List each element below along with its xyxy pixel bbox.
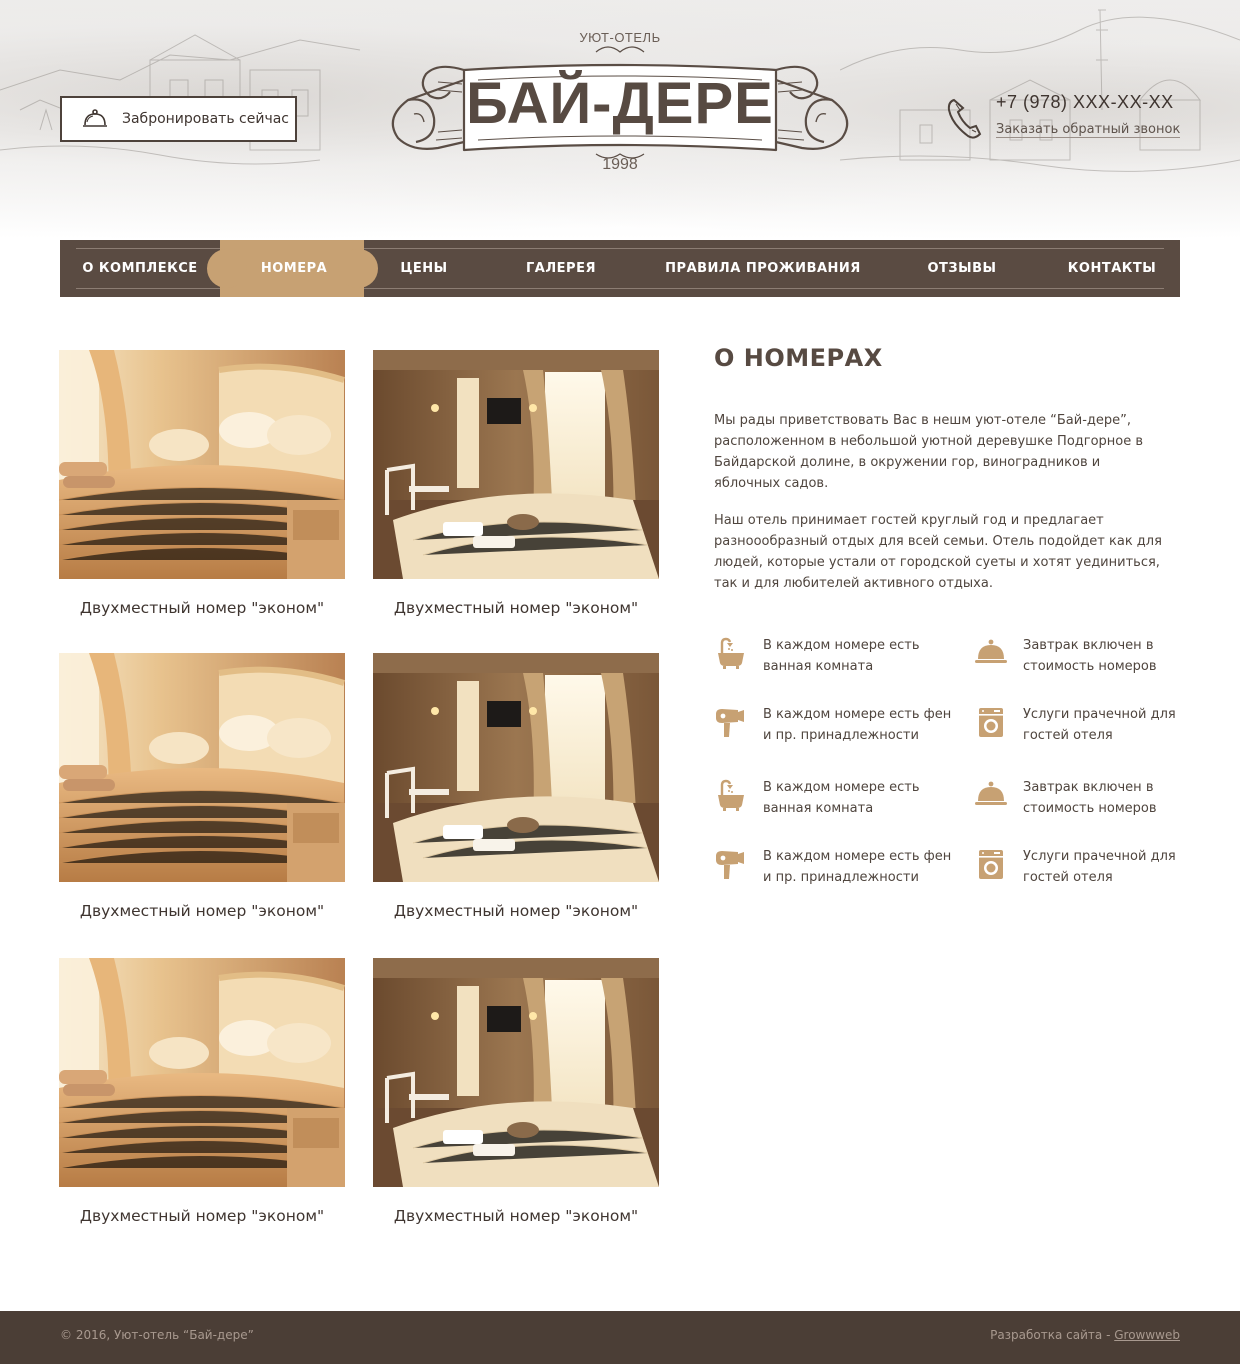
main-nav: О КОМПЛЕКСЕ НОМЕРА ЦЕНЫ ГАЛЕРЕЯ ПРАВИЛА … <box>60 240 1180 297</box>
room-photo[interactable] <box>373 653 659 882</box>
feature-item: Завтрак включен в стоимость номеров <box>974 777 1204 821</box>
feature-text: В каждом номере есть ванная комната <box>763 780 920 816</box>
room-card[interactable]: Двухместный номер "эконом" <box>59 350 345 617</box>
room-photo[interactable] <box>59 958 345 1187</box>
footer: © 2016, Уют-отель “Бай-дере” Разработка … <box>0 1311 1240 1364</box>
feature-text: Услуги прачечной для гостей отеля <box>1023 707 1176 743</box>
room-card[interactable]: Двухместный номер "эконом" <box>373 653 659 920</box>
feature-text: Завтрак включен в стоимость номеров <box>1023 780 1157 816</box>
cloche-icon <box>975 639 1007 663</box>
feature-item: Услуги прачечной для гостей отеля <box>974 704 1204 748</box>
nav-item-contacts[interactable]: КОНТАКТЫ <box>1056 240 1168 297</box>
feature-item: В каждом номере есть ванная комната <box>714 777 944 821</box>
feature-text: Услуги прачечной для гостей отеля <box>1023 849 1176 885</box>
section-title: О НОМЕРАХ <box>714 344 883 372</box>
washing-machine-icon <box>979 850 1003 879</box>
room-caption[interactable]: Двухместный номер "эконом" <box>373 902 659 920</box>
header: Забронировать сейчас УЮТ-ОТЕЛЬ БАЙ-ДЕРЕ … <box>0 0 1240 240</box>
hairdryer-icon <box>716 709 744 737</box>
nav-item-gallery[interactable]: ГАЛЕРЕЯ <box>506 240 616 297</box>
book-now-label: Забронировать сейчас <box>122 111 289 127</box>
room-photo[interactable] <box>373 350 659 579</box>
copyright: © 2016, Уют-отель “Бай-дере” <box>60 1328 254 1342</box>
feature-item: Завтрак включен в стоимость номеров <box>974 635 1204 679</box>
book-now-button[interactable]: Забронировать сейчас <box>60 96 297 142</box>
room-caption[interactable]: Двухместный номер "эконом" <box>59 1207 345 1225</box>
room-caption[interactable]: Двухместный номер "эконом" <box>373 1207 659 1225</box>
hairdryer-icon <box>716 851 744 879</box>
room-card[interactable]: Двухместный номер "эконом" <box>373 350 659 617</box>
hotel-logo[interactable]: УЮТ-ОТЕЛЬ БАЙ-ДЕРЕ 1998 <box>378 22 862 192</box>
about-paragraph-2: Наш отель принимает гостей круглый год и… <box>714 513 1162 591</box>
cloche-icon <box>975 781 1007 805</box>
developer-prefix: Разработка сайта - <box>990 1328 1115 1342</box>
about-paragraph-1: Мы рады приветствовать Вас в нешм уют-от… <box>714 413 1144 491</box>
feature-item: Услуги прачечной для гостей отеля <box>974 846 1204 890</box>
about-rooms-section: О НОМЕРАХ Мы рады приветствовать Вас в н… <box>714 344 1184 591</box>
washing-machine-icon <box>979 708 1003 737</box>
feature-item: В каждом номере есть фен и пр. принадлеж… <box>714 704 951 748</box>
phone-number[interactable]: +7 (978) XXX-XX-XX <box>996 92 1174 113</box>
room-photo[interactable] <box>373 958 659 1187</box>
feature-text: Завтрак включен в стоимость номеров <box>1023 638 1157 674</box>
bathtub-icon <box>716 779 746 811</box>
logo-name: БАЙ-ДЕРЕ <box>466 71 774 136</box>
phone-block: +7 (978) XXX-XX-XX Заказать обратный зво… <box>946 92 1186 142</box>
cloche-icon <box>83 109 107 127</box>
room-card[interactable]: Двухместный номер "эконом" <box>59 958 345 1225</box>
room-caption[interactable]: Двухместный номер "эконом" <box>59 902 345 920</box>
callback-link[interactable]: Заказать обратный звонок <box>996 122 1181 138</box>
phone-icon <box>947 98 982 139</box>
developer-credit: Разработка сайта - Growwweb <box>990 1328 1180 1342</box>
feature-text: В каждом номере есть фен и пр. принадлеж… <box>763 849 952 885</box>
nav-item-rules[interactable]: ПРАВИЛА ПРОЖИВАНИЯ <box>656 240 870 297</box>
logo-year: 1998 <box>602 156 638 173</box>
feature-text: В каждом номере есть фен и пр. принадлеж… <box>763 707 952 743</box>
nav-item-reviews[interactable]: ОТЗЫВЫ <box>910 240 1014 297</box>
room-caption[interactable]: Двухместный номер "эконом" <box>59 599 345 617</box>
developer-link[interactable]: Growwweb <box>1114 1328 1180 1342</box>
feature-text: В каждом номере есть ванная комната <box>763 638 920 674</box>
room-card[interactable]: Двухместный номер "эконом" <box>373 958 659 1225</box>
nav-item-about[interactable]: О КОМПЛЕКСЕ <box>76 240 204 297</box>
nav-item-prices[interactable]: ЦЕНЫ <box>378 240 470 297</box>
feature-item: В каждом номере есть фен и пр. принадлеж… <box>714 846 951 890</box>
bathtub-icon <box>716 637 746 669</box>
room-photo[interactable] <box>59 653 345 882</box>
room-photo[interactable] <box>59 350 345 579</box>
logo-subtitle: УЮТ-ОТЕЛЬ <box>579 30 661 45</box>
feature-item: В каждом номере есть ванная комната <box>714 635 944 679</box>
room-caption[interactable]: Двухместный номер "эконом" <box>373 599 659 617</box>
room-card[interactable]: Двухместный номер "эконом" <box>59 653 345 920</box>
nav-item-rooms[interactable]: НОМЕРА <box>230 240 358 297</box>
